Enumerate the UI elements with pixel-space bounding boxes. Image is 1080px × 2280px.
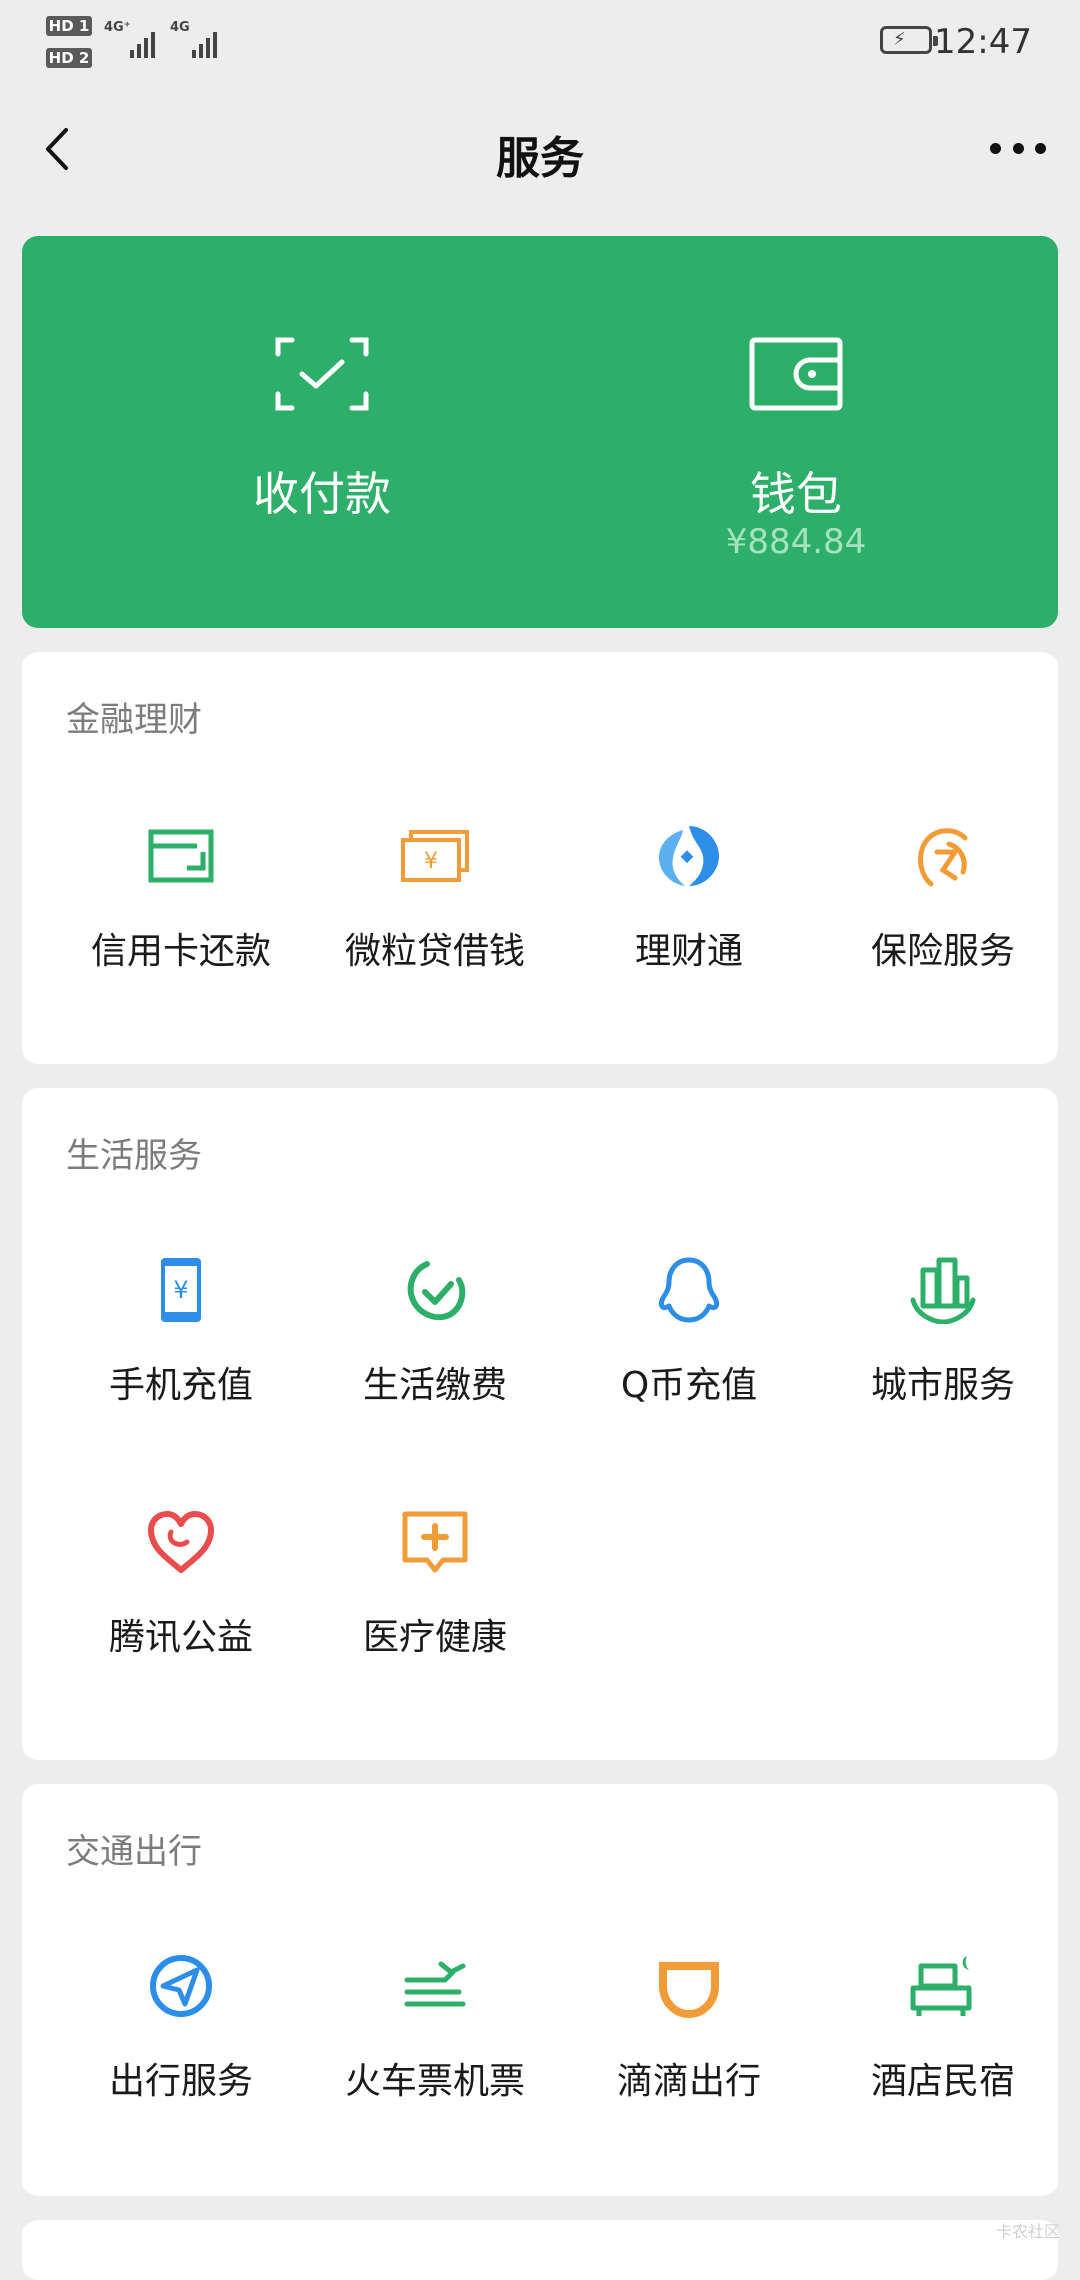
qq-penguin-icon — [658, 1257, 720, 1323]
train-flight-tickets-item[interactable]: 火车票机票 — [308, 1952, 562, 2152]
city-services-item[interactable]: 城市服务 — [816, 1256, 1070, 1456]
clock: 12:47 — [934, 22, 1032, 62]
item-label: 城市服务 — [870, 1365, 1015, 1406]
svg-text:¥: ¥ — [173, 1276, 188, 1304]
credit-card-repay-item[interactable]: 信用卡还款 — [54, 822, 308, 1022]
section-title: 金融理财 — [66, 700, 202, 740]
train-plane-icon — [404, 1961, 466, 2007]
page-title: 服务 — [496, 133, 584, 184]
battery-icon: ⚡ — [880, 26, 938, 54]
city-icon — [910, 1257, 976, 1324]
wallet-button[interactable]: 钱包 ¥884.84 — [596, 236, 996, 628]
insurance-item[interactable]: 保险服务 — [816, 822, 1070, 1022]
travel-services-item[interactable]: 出行服务 — [54, 1952, 308, 2152]
q-coin-topup-item[interactable]: Q币充值 — [562, 1256, 816, 1456]
weilidai-item[interactable]: ¥ 微粒贷借钱 — [308, 822, 562, 1022]
sim2-network-type: 4G — [170, 20, 190, 35]
licaitong-item[interactable]: 理财通 — [562, 822, 816, 1022]
section-title: 交通出行 — [66, 1832, 202, 1872]
phone-topup-item[interactable]: ¥ 手机充值 — [54, 1256, 308, 1456]
phone-topup-icon: ¥ — [161, 1258, 201, 1322]
item-label: 生活缴费 — [362, 1365, 507, 1406]
hotel-homestay-item[interactable]: 酒店民宿 — [816, 1952, 1070, 2152]
finance-section: 金融理财 信用卡还款 ¥ 微粒贷借钱 理财通 保险服务 — [22, 652, 1058, 1064]
credit-card-icon — [148, 829, 214, 883]
payment-card: 收付款 钱包 ¥884.84 — [22, 236, 1058, 628]
didi-icon — [659, 1956, 719, 2018]
wallet-icon — [749, 337, 843, 411]
wallet-label: 钱包 — [750, 467, 842, 521]
sim-signal-indicators: HD 1 HD 2 4G⁺ 4G — [46, 14, 246, 74]
watermark: 卡农社区 — [995, 2222, 1060, 2241]
item-label: 理财通 — [634, 931, 743, 972]
nav-bar: 服务 — [0, 100, 1080, 200]
section-title: 生活服务 — [66, 1136, 202, 1176]
sim1-network-type: 4G⁺ — [104, 20, 131, 35]
item-label: 滴滴出行 — [616, 2061, 761, 2102]
utility-payment-icon — [407, 1261, 466, 1321]
item-label: 出行服务 — [108, 2061, 253, 2102]
life-services-section: 生活服务 ¥ 手机充值 生活缴费 Q币充值 城市服务 腾讯公益 医疗健康 — [22, 1088, 1058, 1760]
scan-qr-icon — [275, 337, 369, 411]
item-label: 保险服务 — [870, 931, 1015, 972]
cash-icon: ¥ — [401, 830, 469, 882]
tencent-charity-item[interactable]: 腾讯公益 — [54, 1508, 308, 1708]
next-section-peek — [22, 2220, 1058, 2280]
sim2-badge: HD 2 — [46, 48, 92, 68]
charity-heart-icon — [148, 1511, 214, 1573]
item-label: 微粒贷借钱 — [344, 931, 525, 972]
sim1-badge: HD 1 — [46, 16, 92, 36]
wallet-balance: ¥884.84 — [725, 522, 867, 562]
pay-receive-button[interactable]: 收付款 — [122, 236, 522, 628]
sim1-signal-icon — [130, 28, 155, 58]
pay-receive-label: 收付款 — [253, 467, 391, 521]
navigation-icon — [150, 1955, 212, 2017]
svg-text:¥: ¥ — [424, 849, 438, 874]
item-label: 医疗健康 — [362, 1617, 507, 1658]
item-label: 酒店民宿 — [870, 2061, 1015, 2102]
more-dots-icon — [990, 142, 1001, 154]
insurance-icon — [918, 828, 968, 887]
hotel-bed-icon — [910, 1956, 972, 2016]
transport-section: 交通出行 出行服务 火车票机票 滴滴出行 酒店民宿 — [22, 1784, 1058, 2196]
item-label: 火车票机票 — [344, 2061, 525, 2102]
item-label: Q币充值 — [620, 1365, 758, 1406]
utility-payment-item[interactable]: 生活缴费 — [308, 1256, 562, 1456]
status-bar: HD 1 HD 2 4G⁺ 4G ⚡ 12:47 — [0, 0, 1080, 84]
more-button[interactable] — [990, 140, 1046, 156]
medical-icon — [402, 1511, 468, 1573]
item-label: 腾讯公益 — [108, 1617, 253, 1658]
item-label: 手机充值 — [108, 1365, 253, 1406]
wealth-icon — [659, 826, 719, 886]
didi-item[interactable]: 滴滴出行 — [562, 1952, 816, 2152]
sim2-signal-icon — [192, 28, 217, 58]
item-label: 信用卡还款 — [90, 931, 271, 972]
medical-health-item[interactable]: 医疗健康 — [308, 1508, 562, 1708]
